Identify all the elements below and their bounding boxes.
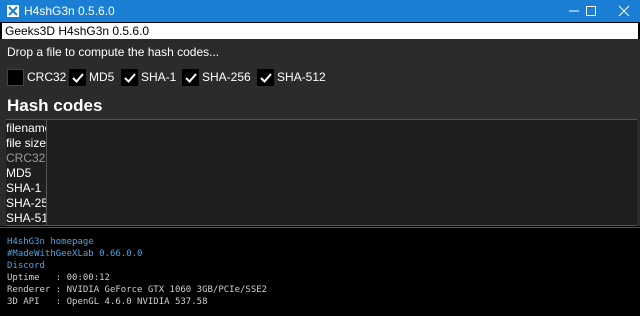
checkbox-label: SHA-256 (202, 70, 251, 84)
geexlab-link[interactable]: #MadeWithGeeXLab 0.66.0.0 (7, 249, 142, 259)
checkbox-label: SHA-512 (277, 70, 326, 84)
check-icon (72, 73, 84, 83)
checkbox-crc32[interactable]: CRC32 (7, 69, 67, 86)
row-label-md5: MD5 (6, 166, 32, 180)
app-name: Geeks3D H4shG3n 0.5.6.0 (5, 24, 150, 38)
hash-table: filename file size CRC32 MD5 SHA-1 SHA-2… (6, 119, 637, 226)
api-line: 3D API : OpenGL 4.6.0 NVIDIA 537.58 (7, 297, 208, 307)
checkbox-sha1[interactable]: SHA-1 (121, 69, 179, 86)
checkbox-box[interactable] (69, 69, 86, 86)
section-title: Hash codes (7, 96, 103, 115)
check-icon (124, 73, 136, 83)
checkbox-sha256[interactable]: SHA-256 (182, 69, 254, 86)
row-label-file-size: file size (6, 136, 47, 150)
check-icon (185, 73, 197, 83)
close-icon[interactable] (608, 0, 640, 22)
hash-label-column: filename file size CRC32 MD5 SHA-1 SHA-2… (6, 120, 47, 225)
checkbox-md5[interactable]: MD5 (69, 69, 119, 86)
drop-hint: Drop a file to compute the hash codes... (7, 45, 220, 59)
app-icon (7, 5, 19, 17)
check-icon (260, 73, 272, 83)
checkbox-box[interactable] (7, 69, 24, 86)
checkbox-box[interactable] (182, 69, 199, 86)
maximize-icon[interactable] (575, 0, 607, 22)
checkbox-label: MD5 (89, 70, 115, 84)
uptime-line: Uptime : 00:00:12 (7, 273, 110, 283)
checkbox-label: CRC32 (27, 70, 67, 84)
checkbox-box[interactable] (121, 69, 138, 86)
checkbox-label: SHA-1 (141, 70, 177, 84)
title-bar: H4shG3n 0.5.6.0 (0, 0, 640, 22)
row-label-filename: filename (6, 121, 47, 135)
discord-link[interactable]: Discord (7, 261, 45, 271)
checkbox-box[interactable] (257, 69, 274, 86)
row-label-sha512: SHA-512 (6, 211, 46, 225)
row-label-crc32: CRC32 (6, 151, 46, 165)
homepage-link[interactable]: H4shG3n homepage (7, 237, 94, 247)
row-label-sha256: SHA-256 (6, 196, 46, 210)
window-title: H4shG3n 0.5.6.0 (24, 4, 115, 18)
renderer-line: Renderer : NVIDIA GeForce GTX 1060 3GB/P… (7, 285, 268, 295)
checkbox-sha512[interactable]: SHA-512 (257, 69, 329, 86)
row-label-sha1: SHA-1 (6, 181, 42, 195)
